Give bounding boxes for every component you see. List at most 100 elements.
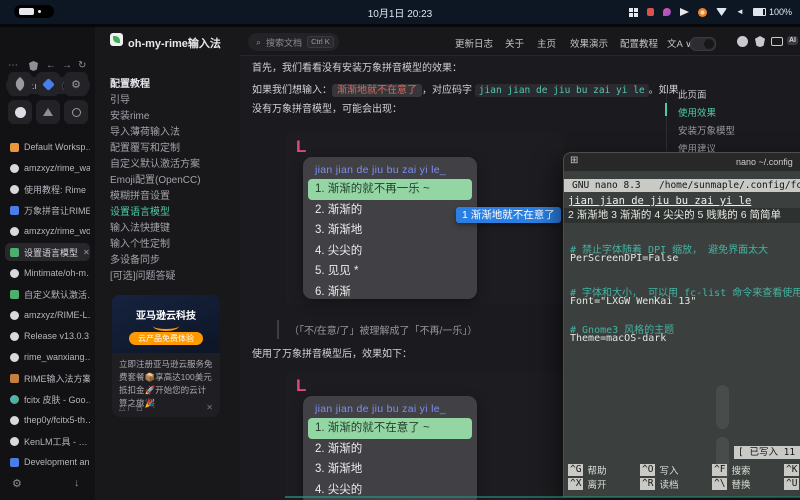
ad-label: 广告 xyxy=(127,402,143,413)
github-icon xyxy=(10,311,19,320)
tab-development[interactable]: Development an… xyxy=(5,453,90,471)
volume-icon[interactable]: ◄ xyxy=(736,8,744,16)
tab-kenlm[interactable]: KenLM工具 - … xyxy=(5,432,90,450)
tab-fcitx5-theme[interactable]: thep0y/fcitx5-th… xyxy=(5,411,90,429)
tab-rime-lm[interactable]: amzxyz/RIME-L… xyxy=(5,306,90,324)
tab-label: amzxyz/RIME-L… xyxy=(24,310,90,320)
gitee-shield-icon[interactable] xyxy=(755,36,765,47)
input-method-grid-icon[interactable] xyxy=(629,8,638,17)
pinned-tab-github[interactable] xyxy=(8,100,32,124)
tab-amzxyz-rime[interactable]: amzxyz/rime_wo… xyxy=(5,222,90,240)
candidate-5: 5. 见见 * xyxy=(315,261,465,282)
download-icon[interactable]: ↓ xyxy=(74,477,80,489)
reload-icon[interactable]: ↻ xyxy=(78,60,86,71)
recorder-tray-icon[interactable] xyxy=(698,8,707,17)
sidebar-item-fuzzy-pinyin[interactable]: 模糊拼音设置 xyxy=(110,187,170,202)
browser-tray-icon[interactable] xyxy=(663,8,671,16)
tab-label: amzxyz/rime_wa… xyxy=(24,163,90,173)
tab-label: 设置语言模型 xyxy=(24,246,78,259)
language-selector[interactable]: 文A ∨ xyxy=(667,36,692,50)
sidebar-item-emoji[interactable]: Emoji配置(OpenCC) xyxy=(110,171,201,186)
search-box[interactable]: ⌕ 搜索文档 Ctrl K xyxy=(248,33,339,51)
tab-language-model-active[interactable]: 设置语言模型 ✕ xyxy=(5,243,90,261)
site-title[interactable]: oh-my-rime输入法 xyxy=(128,35,221,51)
tab-label: RIME输入法方案 xyxy=(24,372,90,385)
pinned-tab-leaf[interactable] xyxy=(8,72,32,96)
tab-default-workspace[interactable]: Default Worksp… xyxy=(5,138,90,156)
sidebar-item-override[interactable]: 配置覆写和定制 xyxy=(110,139,180,154)
sidebar-section-config-tutorial[interactable]: 配置教程 xyxy=(110,75,150,90)
tab-label: 使用教程: Rime xyxy=(24,183,86,196)
sidebar-item-hotkeys[interactable]: 输入法快捷键 xyxy=(110,219,170,234)
shield-icon[interactable] xyxy=(29,61,38,71)
terminal-ime-candidates: 2 渐渐地 3 渐渐的 4 尖尖的 5 贱贱的 6 简简单 xyxy=(564,208,800,223)
sidebar-item-import-mint[interactable]: 导入薄荷输入法 xyxy=(110,123,180,138)
sidebar-item-personalize[interactable]: 输入个性定制 xyxy=(110,235,170,250)
pinned-tab-triangle[interactable] xyxy=(36,100,60,124)
nav-link-about[interactable]: 关于 xyxy=(505,36,524,50)
outline-item-install-model[interactable]: 安装万象模型 xyxy=(678,123,735,137)
ad-banner-button[interactable]: 云产品免费体验 xyxy=(129,332,203,345)
close-tab-icon[interactable]: ✕ xyxy=(83,248,90,257)
nano-header: GNU nano 8.3 /home/sunmaple/.config/fc xyxy=(564,179,800,192)
tab-rime-scheme[interactable]: RIME输入法方案 xyxy=(5,369,90,387)
app-icon xyxy=(10,206,19,215)
terminal-title: nano ~/.config xyxy=(736,157,793,167)
nav-link-changelog[interactable]: 更新日志 xyxy=(455,36,493,50)
tab-rime-wanxiang[interactable]: amzxyz/rime_wa… xyxy=(5,159,90,177)
sidebar-item-language-model-active[interactable]: 设置语言模型 xyxy=(110,203,170,218)
telegram-icon[interactable] xyxy=(680,8,689,16)
terminal-titlebar[interactable]: ⊞ nano ~/.config xyxy=(564,153,800,171)
system-top-bar: 10月1日 20:23 ◄ 100% xyxy=(0,0,800,24)
tab-wanxiang-pinyin[interactable]: 万象拼音让RIME… xyxy=(5,201,90,219)
pinned-tab-sparkle[interactable] xyxy=(36,72,60,96)
nav-link-home[interactable]: 主页 xyxy=(537,36,556,50)
tab-label: amzxyz/rime_wo… xyxy=(24,226,90,236)
nano-status-message: [ 已写入 11 行 ] xyxy=(734,446,800,459)
dark-mode-toggle[interactable] xyxy=(690,37,716,51)
new-window-icon[interactable]: ⊞ xyxy=(570,155,578,166)
sidebar-item-install-rime[interactable]: 安装rime xyxy=(110,107,149,122)
ad-close-icon[interactable]: ✕ xyxy=(206,403,213,412)
key: ^X xyxy=(568,478,583,490)
tab-usage-tutorial[interactable]: 使用教程: Rime xyxy=(5,180,90,198)
fcitx-tray-icon[interactable] xyxy=(647,8,654,16)
outline-item-usage-effect[interactable]: 使用效果 xyxy=(678,105,716,119)
sidebar-settings-icon[interactable]: ⚙ xyxy=(12,477,22,490)
label: 搜索 xyxy=(731,463,750,477)
sidebar-item-default-scheme[interactable]: 自定义默认激活方案 xyxy=(110,155,200,170)
pinned-tab-settings[interactable]: ⚙ xyxy=(64,72,88,96)
nav-link-tutorial[interactable]: 配置教程 xyxy=(620,36,658,50)
battery-indicator[interactable]: 100% xyxy=(753,7,792,17)
tab-label: fcitx 皮肤 - Goo… xyxy=(24,393,90,406)
sidebar-item-guide[interactable]: 引导 xyxy=(110,91,130,106)
tab-fcitx-skin[interactable]: fcitx 皮肤 - Goo… xyxy=(5,390,90,408)
pinned-tab-clock[interactable] xyxy=(64,100,88,124)
nav-link-demo[interactable]: 效果演示 xyxy=(570,36,608,50)
more-menu-icon[interactable]: ⋯ xyxy=(8,60,18,71)
rime-theme-logo: L xyxy=(296,377,306,394)
tab-custom-default-scheme[interactable]: 自定义默认激活… xyxy=(5,285,90,303)
github-icon[interactable] xyxy=(737,36,748,47)
sidebar-item-multi-device[interactable]: 多设备同步 xyxy=(110,251,160,266)
label: 读档 xyxy=(659,477,678,491)
wifi-icon[interactable] xyxy=(716,8,727,16)
ad-banner-image[interactable]: 亚马逊云科技 云产品免费体验 xyxy=(112,295,220,353)
site-logo[interactable] xyxy=(110,33,123,46)
ai-badge[interactable]: AI xyxy=(787,36,798,45)
app-icon xyxy=(10,458,19,467)
shortcut-readfile: ^R读档 xyxy=(640,477,678,491)
text: 如果我们想输入： xyxy=(252,85,332,96)
tab-mintimate-ohmyrime[interactable]: Mintimate/oh-m… xyxy=(5,264,90,282)
github-icon xyxy=(10,353,19,362)
tab-rime-wanxiang-repo[interactable]: rime_wanxiang… xyxy=(5,348,90,366)
paragraph-after-model: 使用了万象拼音模型后，效果如下： xyxy=(252,345,412,364)
sidebar-item-faq[interactable]: [可选]问题答疑 xyxy=(110,267,176,282)
terminal-window[interactable]: ⊞ nano ~/.config GNU nano 8.3 /home/sunm… xyxy=(563,152,800,497)
search-shortcut: Ctrl K xyxy=(307,36,334,48)
tab-release[interactable]: Release v13.0.3 xyxy=(5,327,90,345)
forward-icon[interactable]: → xyxy=(62,60,72,71)
ad-card[interactable]: 亚马逊云科技 云产品免费体验 立即注册亚马逊云服务免费套餐📦享高达100美元抵扣… xyxy=(112,295,220,417)
bilibili-tv-icon[interactable] xyxy=(771,37,783,46)
back-icon[interactable]: ← xyxy=(46,60,56,71)
